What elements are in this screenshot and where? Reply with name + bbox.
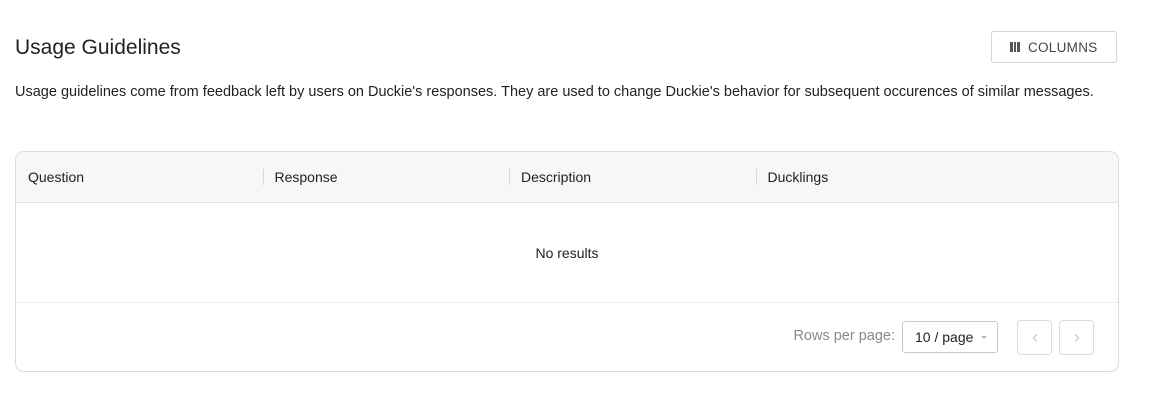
table-pagination: Rows per page: 10 / page <box>16 303 1118 371</box>
empty-state: No results <box>16 203 1118 303</box>
page-description: Usage guidelines come from feedback left… <box>15 84 1094 100</box>
column-header-response[interactable]: Response <box>262 152 510 202</box>
page-size-select[interactable]: 10 / page <box>902 321 998 353</box>
chevron-right-icon <box>1074 333 1079 342</box>
page-size-value: 10 / page <box>915 329 974 345</box>
empty-state-text: No results <box>535 244 599 261</box>
table-header: Question Response Description Ducklings <box>16 152 1118 203</box>
column-header-question[interactable]: Question <box>16 152 263 202</box>
usage-guidelines-table: Question Response Description Ducklings … <box>15 151 1119 372</box>
page-title: Usage Guidelines <box>15 36 181 59</box>
columns-button[interactable]: COLUMNS <box>991 31 1117 63</box>
next-page-button[interactable] <box>1059 320 1094 355</box>
chevron-left-icon <box>1032 333 1037 342</box>
columns-icon <box>1010 42 1020 52</box>
columns-button-label: COLUMNS <box>1027 39 1098 55</box>
rows-per-page-label: Rows per page: <box>793 328 895 344</box>
column-header-description[interactable]: Description <box>509 152 756 202</box>
column-header-ducklings[interactable]: Ducklings <box>755 152 1003 202</box>
previous-page-button[interactable] <box>1017 320 1052 355</box>
caret-down-icon <box>981 336 987 339</box>
